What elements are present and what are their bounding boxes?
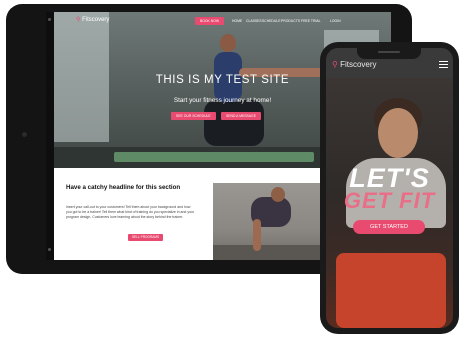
trainer-arm [253,219,261,251]
nav-item-products[interactable]: PRODUCTS [281,18,300,24]
athlete-leggings [336,253,446,328]
nav-item-classes[interactable]: CLASSES [246,18,262,24]
sidebar-dot [48,18,51,21]
send-message-button[interactable]: SEND A MESSAGE [221,112,261,120]
athlete-face [378,108,418,158]
see-schedule-button[interactable]: SEE OUR SCHEDULE [171,112,216,120]
get-started-button[interactable]: GET STARTED [353,220,425,234]
trainer-head [271,187,285,202]
tablet-camera [22,132,27,137]
athlete-head [220,34,236,52]
sidebar-dot [48,248,51,251]
section-body-text: Insert your call-out to your customers! … [66,205,195,219]
site-logo-text: Fitscovery [82,17,110,23]
nav-item-login[interactable]: LOGIN [330,18,341,24]
site-logo[interactable]: ⚲ Fitscovery [76,16,109,23]
phone-site-logo[interactable]: ⚲ Fitscovery [332,60,377,69]
browser-sidebar-strip [46,12,54,260]
phone-notch [357,48,421,59]
athlete-legs [204,100,264,146]
hero-heading-line2: GET FIT [343,188,436,213]
hamburger-menu-icon[interactable] [439,61,448,68]
book-now-button[interactable]: BOOK NOW [195,17,225,25]
phone-speaker [378,51,400,53]
nav-item-home[interactable]: HOME [232,18,242,24]
phone-logo-text: Fitscovery [340,60,377,69]
location-pin-icon: ⚲ [332,60,338,69]
nav-item-schedule[interactable]: SCHEDULE [262,18,280,24]
phone-screen: ⚲ Fitscovery LET'S GET FIT GET STARTED [326,48,453,328]
nav-item-free-trial[interactable]: FREE TRIAL [301,18,321,24]
section-headline: Have a catchy headline for this section [66,184,181,191]
sell-programs-button[interactable]: SELL PROGRAMS [128,234,164,241]
location-pin-icon: ⚲ [76,17,81,23]
exercise-mat [114,152,314,162]
